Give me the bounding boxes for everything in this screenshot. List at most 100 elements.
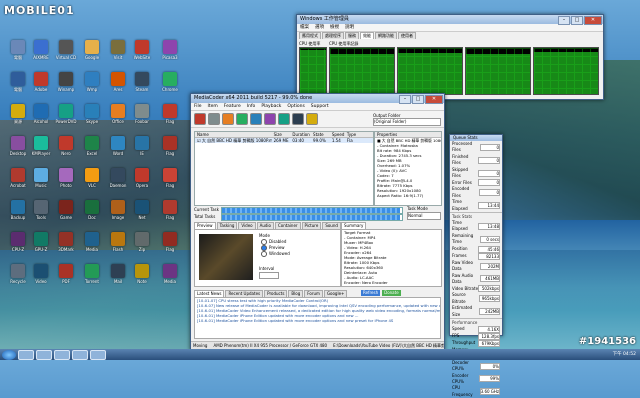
menu-item[interactable]: 選項	[315, 24, 324, 31]
desktop-icon[interactable]: Flag	[156, 104, 184, 134]
news-tab[interactable]: Products	[264, 290, 288, 297]
task-manager-titlebar[interactable]: Windows 工作管理員 – □ ✕	[297, 15, 603, 25]
summary-tab[interactable]: Summary	[341, 222, 367, 229]
tab-item[interactable]: 服務	[345, 32, 359, 39]
info-icon[interactable]	[292, 113, 304, 125]
close-icon[interactable]: ✕	[425, 95, 443, 104]
desktop-icon[interactable]: AIXMRE	[27, 40, 55, 70]
desktop-icon[interactable]: Flag	[156, 232, 184, 262]
menu-item[interactable]: 檔案	[300, 24, 309, 31]
preview-tab[interactable]: Video	[238, 222, 256, 229]
news-tab[interactable]: Latest News	[194, 290, 225, 297]
menu-item[interactable]: Info	[247, 103, 256, 110]
desktop-icon[interactable]: Video	[27, 264, 55, 294]
desktop-icon[interactable]: GPU-Z	[27, 232, 55, 262]
preview-tab[interactable]: Sound	[322, 222, 341, 229]
desktop-icon[interactable]: Picasa3	[156, 40, 184, 70]
desktop-icon[interactable]: Chrome	[156, 72, 184, 102]
desktop-icon[interactable]: Winamp	[52, 72, 80, 102]
taskbar-taskmgr-icon[interactable]	[72, 349, 88, 360]
desktop-icon[interactable]: Wmp	[78, 72, 106, 102]
column-header[interactable]: Size	[272, 132, 291, 137]
news-tab[interactable]: Google+	[323, 290, 348, 297]
desktop-icon[interactable]: Adobe	[27, 72, 55, 102]
task-mode-select[interactable]: Normal	[407, 212, 441, 220]
wizard-icon[interactable]	[278, 113, 290, 125]
desktop-icon[interactable]: Tools	[27, 200, 55, 230]
preview-tab[interactable]: Container	[275, 222, 301, 229]
tab-item[interactable]: 使用者	[398, 32, 416, 39]
desktop-icon[interactable]: PDF	[52, 264, 80, 294]
donate-button[interactable]: Donate	[382, 290, 401, 296]
menu-item[interactable]: Playback	[261, 103, 281, 110]
minimize-icon[interactable]: –	[399, 95, 411, 104]
column-header[interactable]: Duration	[290, 132, 311, 137]
column-header[interactable]: Type	[345, 132, 373, 137]
task-manager-window[interactable]: Windows 工作管理員 – □ ✕ 檔案 選項 檢視 說明 應用程式 處理程序 服務 效能網…	[296, 14, 604, 100]
start-icon[interactable]	[250, 113, 262, 125]
desktop-icon[interactable]: Doc	[78, 200, 106, 230]
desktop-icon[interactable]: Note	[128, 264, 156, 294]
desktop-icon[interactable]: IE	[128, 136, 156, 166]
desktop-icon[interactable]: Steam	[128, 72, 156, 102]
desktop-icon[interactable]: Skype	[78, 104, 106, 134]
news-tab[interactable]: Recent Updates	[225, 290, 264, 297]
desktop-icon[interactable]: Zip	[128, 232, 156, 262]
mediacoder-window[interactable]: MediaCoder x64 2011 build 5217 - 99.0% d…	[190, 93, 445, 351]
column-header[interactable]: State	[311, 132, 330, 137]
clear-icon[interactable]	[222, 113, 234, 125]
column-header[interactable]: Name	[195, 132, 272, 137]
column-header[interactable]: Speed	[330, 132, 345, 137]
refresh-button[interactable]: Refresh	[361, 290, 381, 296]
desktop-icon[interactable]: Photo	[52, 168, 80, 198]
desktop-icon[interactable]: Alcohol	[27, 104, 55, 134]
desktop-icon[interactable]: Foobar	[128, 104, 156, 134]
preview-tab[interactable]: Audio	[256, 222, 274, 229]
desktop-icon[interactable]: Game	[52, 200, 80, 230]
maximize-icon[interactable]: □	[571, 16, 583, 25]
desktop-icon[interactable]: KMPlayer	[27, 136, 55, 166]
taskbar-mediacoder-icon[interactable]	[90, 349, 106, 360]
taskbar-media-icon[interactable]	[54, 349, 70, 360]
taskbar-explorer-icon[interactable]	[36, 349, 52, 360]
menu-item[interactable]: 說明	[345, 24, 354, 31]
file-list[interactable]: Name Size Duration State Speed Type ☑ 大 自然 BB…	[194, 131, 374, 206]
news-tab[interactable]: Blog	[288, 290, 304, 297]
help-icon[interactable]	[306, 113, 318, 125]
desktop-icon[interactable]: Excel	[78, 136, 106, 166]
desktop-icon[interactable]: Media	[78, 232, 106, 262]
close-icon[interactable]: ✕	[584, 16, 602, 25]
menu-item[interactable]: Support	[311, 103, 329, 110]
minimize-icon[interactable]: –	[558, 16, 570, 25]
taskbar-ie-icon[interactable]	[18, 349, 34, 360]
preview-tab[interactable]: Tasking	[216, 222, 238, 229]
news-tab[interactable]: Forum	[304, 290, 323, 297]
news-item[interactable]: [10-6-01] MediaCoder iPhone Edition upda…	[195, 318, 440, 323]
desktop-icon[interactable]: VLC	[78, 168, 106, 198]
tab-item[interactable]: 網路功能	[375, 32, 397, 39]
desktop-icon[interactable]: Opera	[128, 168, 156, 198]
desktop-icon[interactable]: Flag	[156, 200, 184, 230]
menu-item[interactable]: Item	[208, 103, 218, 110]
remove-icon[interactable]	[208, 113, 220, 125]
desktop-icon[interactable]: Torrent	[78, 264, 106, 294]
menu-item[interactable]: File	[194, 103, 202, 110]
tab-item[interactable]: 應用程式	[299, 32, 321, 39]
desktop-icon[interactable]: Flag	[156, 136, 184, 166]
desktop-icon[interactable]: Net	[128, 200, 156, 230]
desktop-icon[interactable]: Google	[78, 40, 106, 70]
mode-option[interactable]: Windowed	[261, 251, 290, 257]
tab-item[interactable]: 處理程序	[322, 32, 344, 39]
play-icon[interactable]	[236, 113, 248, 125]
table-row[interactable]: ☑ 大 自然 BBC HD 精華 剪輯版 1080P.mkv 269 ME 03:4…	[195, 138, 373, 143]
desktop-icon[interactable]: Music	[27, 168, 55, 198]
desktop-icon[interactable]: Flag	[156, 168, 184, 198]
menu-item[interactable]: 檢視	[330, 24, 339, 31]
interval-select[interactable]	[259, 272, 279, 279]
preview-tab[interactable]: Preview	[194, 222, 216, 229]
desktop-icon[interactable]: PowerDVD	[52, 104, 80, 134]
queue-stats-panel[interactable]: Queue Stats Processed Files 0 Finished Fil…	[449, 134, 503, 397]
desktop-icon[interactable]: Nero	[52, 136, 80, 166]
mediacoder-titlebar[interactable]: MediaCoder x64 2011 build 5217 - 99.0% d…	[191, 94, 444, 104]
desktop-icon[interactable]: 3DMark	[52, 232, 80, 262]
